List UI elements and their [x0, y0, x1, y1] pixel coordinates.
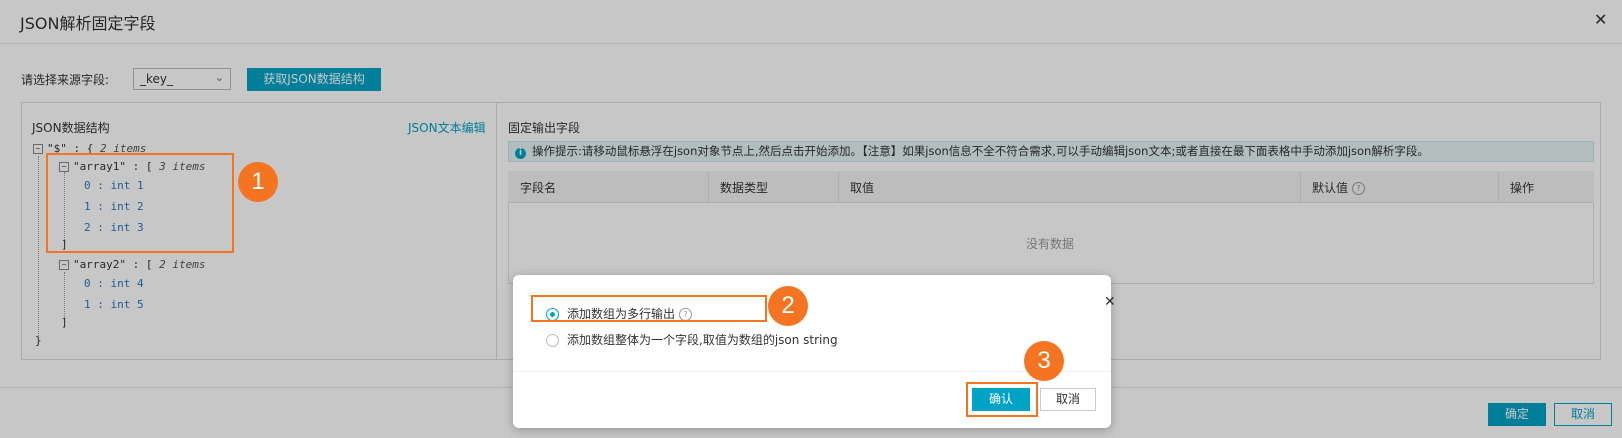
- highlight-box-1: [46, 153, 234, 253]
- highlight-box-2: [531, 295, 767, 322]
- radio-unselected-icon[interactable]: [546, 334, 559, 347]
- modal-close-icon[interactable]: ✕: [1104, 294, 1116, 310]
- option-json-string[interactable]: 添加数组整体为一个字段,取值为数组的json string: [546, 331, 838, 348]
- step-badge-2: 2: [768, 286, 808, 326]
- option-json-string-label: 添加数组整体为一个字段,取值为数组的json string: [567, 333, 838, 347]
- highlight-box-3: [966, 382, 1038, 417]
- step-badge-3: 3: [1024, 341, 1064, 381]
- step-badge-1: 1: [238, 162, 278, 202]
- modal-cancel-button[interactable]: 取消: [1040, 388, 1096, 411]
- modal-footer-divider: [513, 371, 1111, 372]
